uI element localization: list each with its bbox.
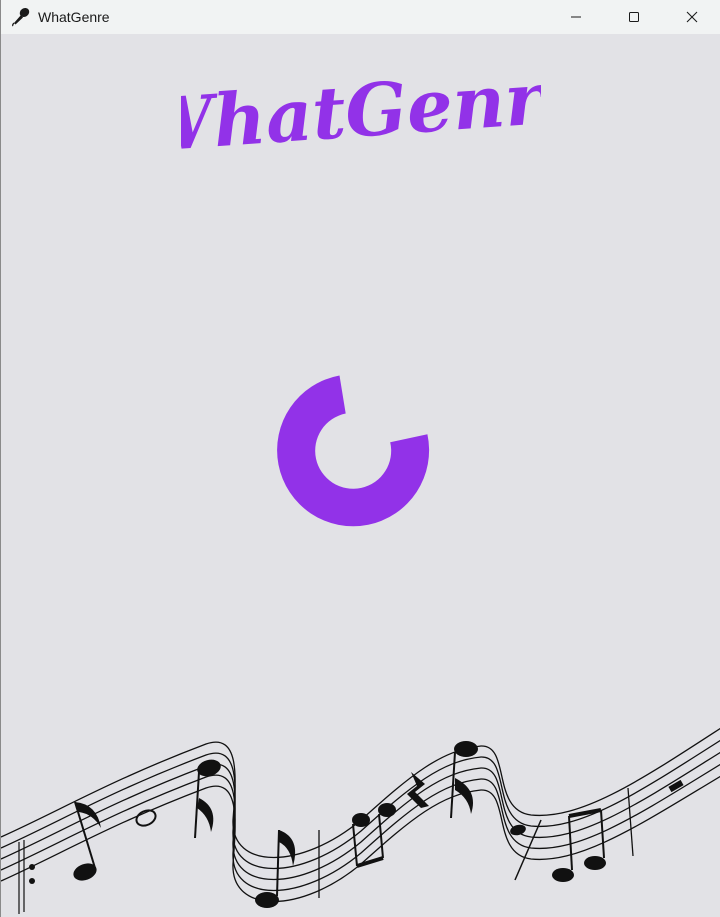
maximize-icon [629, 12, 639, 22]
music-staff-illustration [1, 727, 720, 914]
window-controls [547, 0, 720, 34]
loading-spinner [277, 375, 430, 527]
app-logo: WhatGenre [181, 58, 541, 168]
window-title: WhatGenre [38, 9, 110, 25]
maximize-button[interactable] [605, 0, 663, 34]
minimize-button[interactable] [547, 0, 605, 34]
title-bar[interactable]: WhatGenre [1, 0, 720, 34]
app-window: WhatGenre WhatGenre [0, 0, 720, 917]
logo-text: WhatGenre [181, 58, 541, 168]
microphone-icon [10, 6, 32, 28]
minimize-icon [571, 16, 581, 18]
close-button[interactable] [663, 0, 720, 34]
close-icon [686, 11, 698, 23]
